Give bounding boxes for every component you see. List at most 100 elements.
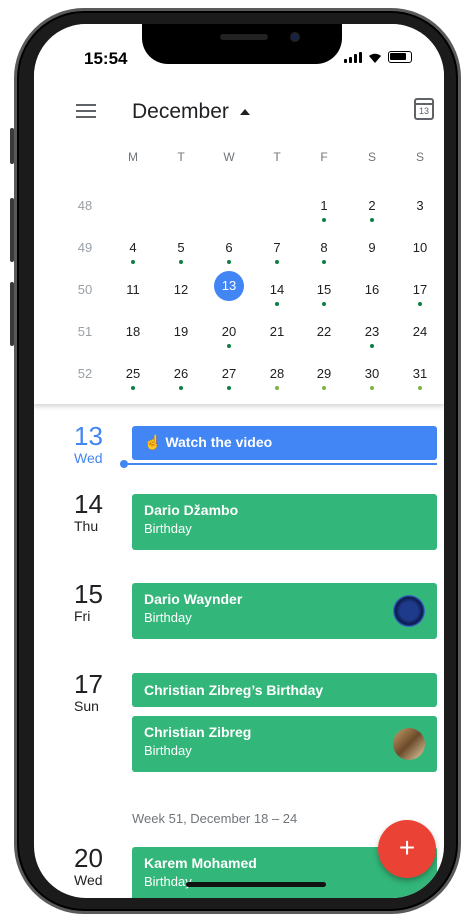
day-cell[interactable]: 18 (115, 324, 151, 339)
event-dot (227, 344, 231, 348)
day-cell[interactable]: 8 (306, 240, 342, 255)
event-dario-waynder[interactable]: Dario Waynder Birthday (132, 583, 437, 639)
day-cell[interactable]: 22 (306, 324, 342, 339)
day-cell[interactable]: 16 (354, 282, 390, 297)
week-number: 52 (77, 366, 93, 381)
battery-icon (388, 51, 412, 63)
day-cell[interactable]: 10 (402, 240, 438, 255)
weekday-header: MTWTFSS (34, 142, 444, 184)
event-dot (418, 302, 422, 306)
day-cell[interactable]: 12 (163, 282, 199, 297)
month-title[interactable]: December (132, 100, 229, 124)
weekday-label: S (415, 150, 424, 164)
day-cell[interactable]: 17 (402, 282, 438, 297)
event-dot (131, 386, 135, 390)
day-cell[interactable]: 15 (306, 282, 342, 297)
week-row: 50 11 12 13 14 15 16 17 (34, 268, 444, 310)
menu-icon[interactable] (76, 104, 96, 118)
week-row: 49 4 5 6 7 8 9 10 (34, 226, 444, 268)
day-cell[interactable]: 23 (354, 324, 390, 339)
day-cell[interactable]: 28 (259, 366, 295, 381)
mute-switch (10, 128, 14, 164)
weekday-label: M (128, 150, 138, 164)
weekday-label: S (367, 150, 376, 164)
day-cell[interactable]: 21 (259, 324, 295, 339)
day-cell[interactable]: 3 (402, 198, 438, 213)
week-row: 51 18 19 20 21 22 23 24 (34, 310, 444, 352)
avatar (393, 728, 425, 760)
agenda-day-17: 17 Sun (74, 669, 103, 714)
event-dot (275, 302, 279, 306)
day-cell[interactable]: 29 (306, 366, 342, 381)
week-number: 51 (77, 324, 93, 339)
day-cell[interactable]: 24 (402, 324, 438, 339)
calendar-today-icon[interactable]: 13 (414, 98, 434, 120)
day-cell[interactable]: 30 (354, 366, 390, 381)
day-cell[interactable]: 14 (259, 282, 295, 297)
agenda-day-20: 20 Wed (74, 843, 103, 888)
avatar (393, 595, 425, 627)
week-header: Week 51, December 18 – 24 (132, 811, 298, 826)
day-cell[interactable]: 26 (163, 366, 199, 381)
event-dot (275, 260, 279, 264)
event-watch-video[interactable]: ☝ Watch the video (132, 426, 437, 460)
caret-up-icon[interactable] (240, 109, 250, 115)
day-cell[interactable]: 31 (402, 366, 438, 381)
add-event-button[interactable]: + (378, 820, 436, 878)
status-time: 15:54 (84, 49, 128, 68)
phone-screen: 15:54 December 13 M T W T F S S 48 1 2 3 49 4 5 6 7 8 9 10… (34, 24, 444, 898)
status-icons (344, 51, 412, 63)
weekday-label: T (177, 150, 185, 164)
day-cell[interactable]: 5 (163, 240, 199, 255)
volume-up-button (10, 198, 14, 262)
week-number: 50 (77, 282, 93, 297)
event-dot (370, 218, 374, 222)
event-dot (131, 260, 135, 264)
event-dot (322, 386, 326, 390)
event-dot (179, 386, 183, 390)
event-dario-dzambo[interactable]: Dario Džambo Birthday (132, 494, 437, 550)
day-cell[interactable]: 7 (259, 240, 295, 255)
weekday-label: F (320, 150, 328, 164)
event-dot (322, 218, 326, 222)
calendar-header: 15:54 December 13 M T W T F S S 48 1 2 3 49 4 5 6 7 8 9 10… (34, 24, 444, 404)
day-cell[interactable]: 11 (115, 282, 151, 297)
event-dot (322, 302, 326, 306)
wifi-icon (369, 53, 381, 63)
weekday-label: W (223, 150, 235, 164)
event-dot (418, 386, 422, 390)
day-cell[interactable]: 20 (211, 324, 247, 339)
event-dot (275, 386, 279, 390)
event-dot (370, 386, 374, 390)
day-cell[interactable]: 9 (354, 240, 390, 255)
agenda-day-15: 15 Fri (74, 579, 103, 624)
week-row: 48 1 2 3 (34, 184, 444, 226)
day-cell[interactable]: 27 (211, 366, 247, 381)
month-grid: M T W T F S S 48 1 2 3 49 4 5 6 7 8 9 10 50 11 12 13 14 15 16 17 51… (34, 142, 444, 394)
home-indicator[interactable] (186, 882, 326, 887)
current-time-line (126, 463, 437, 465)
event-dot (227, 386, 231, 390)
day-cell[interactable]: 1 (306, 198, 342, 213)
day-cell[interactable]: 13 (214, 271, 244, 301)
week-row: 52 25 26 27 28 29 30 31 (34, 352, 444, 394)
event-dot (322, 260, 326, 264)
day-cell[interactable]: 6 (211, 240, 247, 255)
volume-down-button (10, 282, 14, 346)
week-number: 48 (77, 198, 93, 213)
current-time-dot (120, 460, 128, 468)
event-christian-zibreg[interactable]: Christian Zibreg Birthday (132, 716, 437, 772)
event-christian-birthday[interactable]: Christian Zibreg’s Birthday (132, 673, 437, 707)
day-cell[interactable]: 19 (163, 324, 199, 339)
event-dot (179, 260, 183, 264)
day-cell[interactable]: 4 (115, 240, 151, 255)
agenda-day-14: 14 Thu (74, 489, 103, 534)
day-cell[interactable]: 2 (354, 198, 390, 213)
hand-icon: ☝ (144, 434, 166, 450)
notch (142, 24, 342, 64)
day-cell[interactable]: 25 (115, 366, 151, 381)
weekday-label: T (273, 150, 281, 164)
event-dot (370, 344, 374, 348)
event-dot (227, 260, 231, 264)
signal-icon (344, 52, 362, 63)
